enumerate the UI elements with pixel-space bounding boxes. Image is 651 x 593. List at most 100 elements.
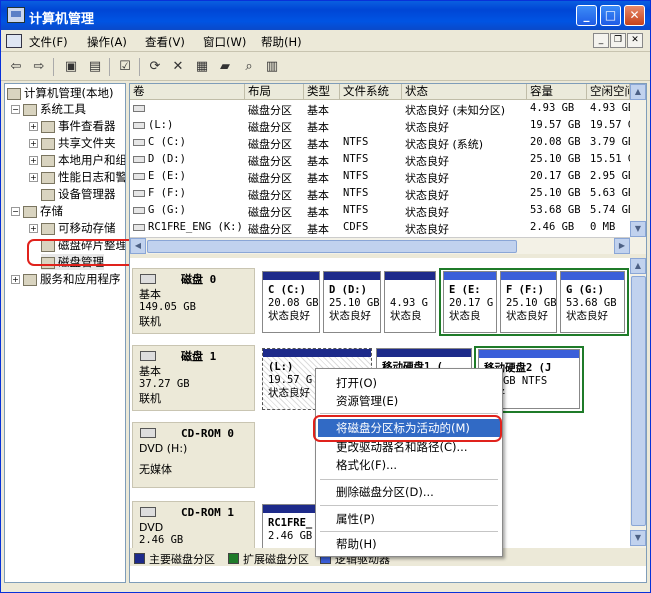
scroll-down-icon[interactable]: ▼ <box>630 221 646 237</box>
tree-perf-logs[interactable]: +性能日志和警报 <box>29 169 125 185</box>
menu-help[interactable]: 帮助(H) <box>318 535 500 553</box>
scroll-thumb[interactable] <box>147 240 517 253</box>
cell-vol: (L:) <box>133 119 243 131</box>
col-free-space[interactable]: 空闲空间 <box>587 84 630 100</box>
menu-properties[interactable]: 属性(P) <box>318 510 500 528</box>
cell-layout: 磁盘分区 <box>248 223 292 236</box>
volume-row[interactable]: C (C:) 磁盘分区 基本 NTFS 状态良好 (系统) 20.08 GB 3.79 GB <box>130 135 630 152</box>
open-folder-icon[interactable]: ▰ <box>215 57 235 77</box>
child-minimize-button[interactable]: _ <box>593 33 609 48</box>
tree-system-tools[interactable]: − 系统工具 <box>11 101 86 117</box>
menu-file[interactable]: 文件(F) <box>29 34 68 50</box>
volume-row[interactable]: F (F:) 磁盘分区 基本 NTFS 状态良好 25.10 GB 5.63 GB <box>130 186 630 203</box>
expand-icon[interactable]: + <box>29 224 38 233</box>
col-status[interactable]: 状态 <box>402 84 527 100</box>
up-folder-icon[interactable]: ▣ <box>61 57 81 77</box>
legend-primary: 主要磁盘分区 <box>134 551 215 567</box>
col-layout[interactable]: 布局 <box>245 84 304 100</box>
expand-icon[interactable]: + <box>29 122 38 131</box>
partition-g[interactable]: G (G:) 53.68 GB 状态良好 <box>560 271 625 333</box>
menu-explore[interactable]: 资源管理(E) <box>318 392 500 410</box>
menu-action[interactable]: 操作(A) <box>87 34 127 50</box>
scroll-down-icon[interactable]: ▼ <box>630 530 646 546</box>
menu-format[interactable]: 格式化(F)... <box>318 456 500 474</box>
console-icon[interactable] <box>6 34 22 48</box>
search-folder-icon[interactable]: ⌕ <box>239 57 259 77</box>
cdrom0-label[interactable]: CD-ROM 0 DVD (H:) 无媒体 <box>132 422 255 488</box>
col-type[interactable]: 类型 <box>304 84 340 100</box>
partition-k[interactable]: RC1FRE_ 2.46 GB <box>262 504 322 554</box>
collapse-icon[interactable]: − <box>11 207 20 216</box>
tree-removable-storage[interactable]: + 可移动存储 <box>29 220 116 236</box>
child-restore-button[interactable]: ❐ <box>610 33 626 48</box>
disk-properties-icon[interactable]: ▥ <box>262 57 282 77</box>
volume-row[interactable]: RC1FRE_ENG (K:) 磁盘分区 基本 CDFS 状态良好 2.46 GB 0 MB <box>130 220 630 237</box>
menu-open[interactable]: 打开(O) <box>318 374 500 392</box>
partition-c[interactable]: C (C:) 20.08 GB 状态良好 <box>262 271 320 333</box>
col-filesystem[interactable]: 文件系统 <box>340 84 402 100</box>
cell-free: 3.79 GB <box>590 136 630 148</box>
menu-help[interactable]: 帮助(H) <box>261 34 302 50</box>
scroll-up-icon[interactable]: ▲ <box>630 258 646 274</box>
expand-icon[interactable]: + <box>29 156 38 165</box>
tree-root[interactable]: 计算机管理(本地) <box>7 85 113 101</box>
services-icon <box>23 273 37 286</box>
tree-event-viewer[interactable]: + 事件查看器 <box>29 118 116 134</box>
cell-cap: 53.68 GB <box>530 204 581 216</box>
menu-delete-partition[interactable]: 删除磁盘分区(D)... <box>318 483 500 501</box>
horizontal-scrollbar[interactable]: ◀ ▶ <box>130 237 630 254</box>
volume-row[interactable]: 磁盘分区 基本 状态良好 (未知分区) 4.93 GB 4.93 GB <box>130 101 630 118</box>
expand-icon[interactable]: + <box>29 173 38 182</box>
scroll-up-icon[interactable]: ▲ <box>630 84 646 100</box>
cell-status: 状态良好 <box>405 172 449 185</box>
disk0-label[interactable]: 磁盘 0 基本 149.05 GB 联机 <box>132 268 255 334</box>
refresh-icon[interactable]: ⟳ <box>145 57 165 77</box>
child-close-button[interactable]: ✕ <box>627 33 643 48</box>
menu-view[interactable]: 查看(V) <box>145 34 185 50</box>
volume-row[interactable]: E (E:) 磁盘分区 基本 NTFS 状态良好 20.17 GB 2.95 GB <box>130 169 630 186</box>
partition-f[interactable]: F (F:) 25.10 GB 状态良好 <box>500 271 557 333</box>
cell-cap: 19.57 GB <box>530 119 581 131</box>
expand-icon[interactable]: + <box>11 275 20 284</box>
menu-window[interactable]: 窗口(W) <box>203 34 246 50</box>
volume-row[interactable]: G (G:) 磁盘分区 基本 NTFS 状态良好 53.68 GB 5.74 GB <box>130 203 630 220</box>
partition-e[interactable]: E (E: 20.17 G 状态良 <box>443 271 497 333</box>
show-tree-icon[interactable]: ▤ <box>85 57 105 77</box>
scroll-thumb[interactable] <box>631 276 646 526</box>
mark-active-highlight <box>313 415 502 442</box>
cell-cap: 4.93 GB <box>530 102 575 114</box>
partition-d[interactable]: D (D:) 25.10 GB 状态良好 <box>323 271 381 333</box>
tree-storage[interactable]: − 存储 <box>11 203 63 219</box>
graph-vertical-scrollbar[interactable]: ▲ ▼ <box>630 258 646 548</box>
cell-layout: 磁盘分区 <box>248 206 292 219</box>
scroll-left-icon[interactable]: ◀ <box>130 238 146 254</box>
properties-icon[interactable]: ☑ <box>115 57 135 77</box>
tree-local-users[interactable]: + 本地用户和组 <box>29 152 125 168</box>
cell-fs: NTFS <box>343 136 369 148</box>
scroll-right-icon[interactable]: ▶ <box>614 238 630 254</box>
tree-device-manager[interactable]: 设备管理器 <box>41 186 116 202</box>
partition-unknown[interactable]: 4.93 G 状态良 <box>384 271 436 333</box>
volume-row[interactable]: (L:) 磁盘分区 基本 状态良好 19.57 GB 19.57 GB <box>130 118 630 135</box>
cell-layout: 磁盘分区 <box>248 121 292 134</box>
delete-icon[interactable]: ✕ <box>168 57 188 77</box>
cell-type: 基本 <box>307 138 329 151</box>
tree-shared-folders[interactable]: + 共享文件夹 <box>29 135 116 151</box>
properties-sheet-icon[interactable]: ▦ <box>192 57 212 77</box>
col-volume[interactable]: 卷 <box>130 84 245 100</box>
volume-row[interactable]: D (D:) 磁盘分区 基本 NTFS 状态良好 25.10 GB 15.51 GB <box>130 152 630 169</box>
minimize-button[interactable]: _ <box>576 5 597 26</box>
back-arrow-icon[interactable]: ⇦ <box>6 57 26 77</box>
cell-free: 5.63 GB <box>590 187 630 199</box>
disk1-label[interactable]: 磁盘 1 基本 37.27 GB 联机 <box>132 345 255 411</box>
storage-icon <box>23 205 37 218</box>
cell-status: 状态良好 (系统) <box>405 138 484 151</box>
close-button[interactable]: ✕ <box>624 5 645 26</box>
collapse-icon[interactable]: − <box>11 105 20 114</box>
list-vertical-scrollbar[interactable]: ▲ ▼ <box>630 84 646 254</box>
forward-arrow-icon[interactable]: ⇨ <box>29 57 49 77</box>
expand-icon[interactable]: + <box>29 139 38 148</box>
tree-services[interactable]: + 服务和应用程序 <box>11 271 121 287</box>
col-capacity[interactable]: 容量 <box>527 84 587 100</box>
maximize-button[interactable]: □ <box>600 5 621 26</box>
